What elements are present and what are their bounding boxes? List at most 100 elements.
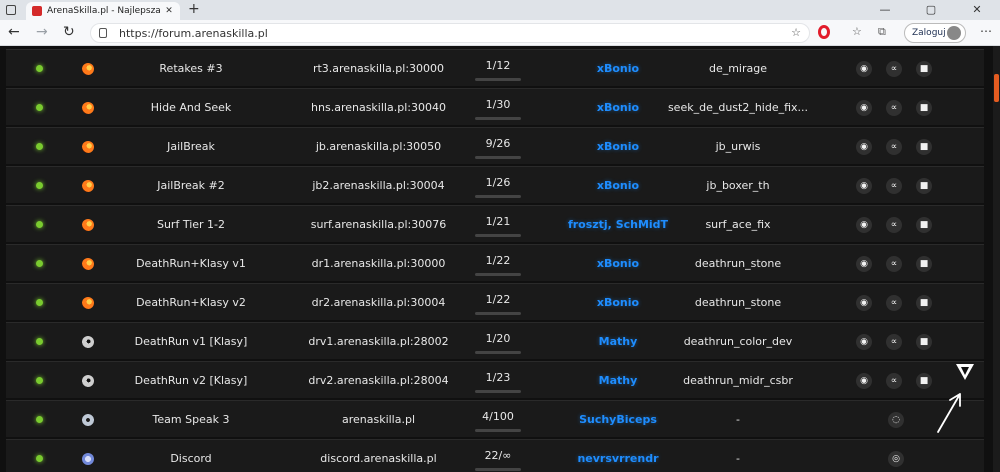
join-server-icon[interactable]: ∝ <box>886 333 902 350</box>
admin-name[interactable]: xBonio <box>558 167 678 204</box>
favorites-icon[interactable]: ☆ <box>852 25 862 38</box>
admin-name[interactable]: xBonio <box>558 50 678 87</box>
login-label: Zaloguj <box>912 28 946 38</box>
players-bar <box>475 116 521 120</box>
server-row[interactable]: DeathRun+Klasy v2 dr2.arenaskilla.pl:300… <box>6 283 984 320</box>
status-cell <box>30 401 48 438</box>
server-row[interactable]: JailBreak jb.arenaskilla.pl:30050 9/26 x… <box>6 127 984 164</box>
steam-connect-icon[interactable]: ◉ <box>856 99 872 116</box>
server-row[interactable]: DeathRun+Klasy v1 dr1.arenaskilla.pl:300… <box>6 244 984 281</box>
server-address[interactable]: jb2.arenaskilla.pl:30004 <box>296 167 461 204</box>
server-row[interactable]: DeathRun v1 [Klasy] drv1.arenaskilla.pl:… <box>6 322 984 359</box>
tab-actions-icon[interactable] <box>6 5 16 15</box>
server-row[interactable]: Retakes #3 rt3.arenaskilla.pl:30000 1/12… <box>6 49 984 86</box>
actions-cell: ◉ ∝ ■ <box>856 206 956 243</box>
video-icon[interactable]: ■ <box>916 216 932 233</box>
server-address[interactable]: drv2.arenaskilla.pl:28004 <box>296 362 461 399</box>
server-address[interactable]: surf.arenaskilla.pl:30076 <box>296 206 461 243</box>
steam-connect-icon[interactable]: ◉ <box>856 294 872 311</box>
server-name[interactable]: DeathRun v2 [Klasy] <box>121 362 261 399</box>
admin-name[interactable]: xBonio <box>558 284 678 321</box>
server-address[interactable]: dr2.arenaskilla.pl:30004 <box>296 284 461 321</box>
back-button[interactable]: ← <box>8 24 20 40</box>
steam-connect-icon[interactable]: ◉ <box>856 255 872 272</box>
game-icon <box>82 413 94 426</box>
scrollbar[interactable] <box>993 46 1000 472</box>
server-address[interactable]: drv1.arenaskilla.pl:28002 <box>296 323 461 360</box>
server-row[interactable]: Surf Tier 1-2 surf.arenaskilla.pl:30076 … <box>6 205 984 242</box>
join-server-icon[interactable]: ∝ <box>886 60 902 77</box>
steam-connect-icon[interactable]: ◉ <box>856 60 872 77</box>
players-bar <box>475 467 521 471</box>
video-icon[interactable]: ■ <box>916 255 932 272</box>
video-icon[interactable]: ■ <box>916 372 932 389</box>
server-name[interactable]: DeathRun+Klasy v2 <box>121 284 261 321</box>
server-name[interactable]: Team Speak 3 <box>121 401 261 438</box>
favorite-icon[interactable]: ☆ <box>791 26 801 39</box>
video-icon[interactable]: ■ <box>916 177 932 194</box>
admin-name[interactable]: SuchyBiceps <box>558 401 678 438</box>
more-icon[interactable]: ⋯ <box>980 24 992 38</box>
server-row[interactable]: DeathRun v2 [Klasy] drv2.arenaskilla.pl:… <box>6 361 984 398</box>
address-bar[interactable]: https://forum.arenaskilla.pl ☆ <box>90 23 810 43</box>
server-address[interactable]: discord.arenaskilla.pl <box>296 440 461 472</box>
admin-name[interactable]: xBonio <box>558 128 678 165</box>
scrollbar-thumb[interactable] <box>994 74 999 102</box>
admin-name[interactable]: Mathy <box>558 323 678 360</box>
server-row[interactable]: Hide And Seek hns.arenaskilla.pl:30040 1… <box>6 88 984 125</box>
join-server-icon[interactable]: ∝ <box>886 99 902 116</box>
opera-icon[interactable] <box>818 25 830 39</box>
steam-connect-icon[interactable]: ◉ <box>856 333 872 350</box>
admin-name[interactable]: xBonio <box>558 89 678 126</box>
teamspeak-connect-icon[interactable]: ◌ <box>888 411 904 428</box>
close-window-button[interactable]: ✕ <box>954 0 1000 20</box>
admin-name[interactable]: frosztj, SchMidT <box>558 206 678 243</box>
server-address[interactable]: arenaskilla.pl <box>296 401 461 438</box>
server-name[interactable]: Retakes #3 <box>121 50 261 87</box>
join-server-icon[interactable]: ∝ <box>886 294 902 311</box>
discord-connect-icon[interactable]: ◎ <box>888 450 904 467</box>
server-row[interactable]: Team Speak 3 arenaskilla.pl 4/100 SuchyB… <box>6 400 984 437</box>
new-tab-button[interactable]: + <box>188 1 200 17</box>
join-server-icon[interactable]: ∝ <box>886 177 902 194</box>
server-row[interactable]: JailBreak #2 jb2.arenaskilla.pl:30004 1/… <box>6 166 984 203</box>
join-server-icon[interactable]: ∝ <box>886 138 902 155</box>
video-icon[interactable]: ■ <box>916 138 932 155</box>
steam-connect-icon[interactable]: ◉ <box>856 177 872 194</box>
server-name[interactable]: Discord <box>121 440 261 472</box>
server-name[interactable]: Hide And Seek <box>121 89 261 126</box>
collections-icon[interactable]: ⧉ <box>878 25 886 39</box>
admin-name[interactable]: xBonio <box>558 245 678 282</box>
server-address[interactable]: dr1.arenaskilla.pl:30000 <box>296 245 461 282</box>
server-address[interactable]: rt3.arenaskilla.pl:30000 <box>296 50 461 87</box>
server-name[interactable]: JailBreak #2 <box>121 167 261 204</box>
tab-close-icon[interactable]: ✕ <box>164 6 174 16</box>
server-name[interactable]: DeathRun v1 [Klasy] <box>121 323 261 360</box>
video-icon[interactable]: ■ <box>916 333 932 350</box>
server-name[interactable]: Surf Tier 1-2 <box>121 206 261 243</box>
url-text[interactable]: https://forum.arenaskilla.pl <box>119 27 268 40</box>
forward-button[interactable]: → <box>36 24 48 40</box>
join-server-icon[interactable]: ∝ <box>886 372 902 389</box>
admin-name[interactable]: nevrsvrrendr <box>558 440 678 472</box>
refresh-button[interactable]: ↻ <box>63 24 75 40</box>
steam-connect-icon[interactable]: ◉ <box>856 216 872 233</box>
video-icon[interactable]: ■ <box>916 60 932 77</box>
server-address[interactable]: jb.arenaskilla.pl:30050 <box>296 128 461 165</box>
video-icon[interactable]: ■ <box>916 99 932 116</box>
server-name[interactable]: JailBreak <box>121 128 261 165</box>
server-address[interactable]: hns.arenaskilla.pl:30040 <box>296 89 461 126</box>
login-button[interactable]: Zaloguj <box>904 23 966 43</box>
join-server-icon[interactable]: ∝ <box>886 255 902 272</box>
steam-connect-icon[interactable]: ◉ <box>856 372 872 389</box>
players-bar <box>475 389 521 393</box>
join-server-icon[interactable]: ∝ <box>886 216 902 233</box>
minimize-button[interactable]: — <box>862 0 908 20</box>
active-tab[interactable]: ArenaSkilla.pl - Najlepsza Sieć S ✕ <box>26 2 180 20</box>
maximize-button[interactable]: ▢ <box>908 0 954 20</box>
steam-connect-icon[interactable]: ◉ <box>856 138 872 155</box>
video-icon[interactable]: ■ <box>916 294 932 311</box>
server-name[interactable]: DeathRun+Klasy v1 <box>121 245 261 282</box>
admin-name[interactable]: Mathy <box>558 362 678 399</box>
server-row[interactable]: Discord discord.arenaskilla.pl 22/∞ nevr… <box>6 439 984 472</box>
